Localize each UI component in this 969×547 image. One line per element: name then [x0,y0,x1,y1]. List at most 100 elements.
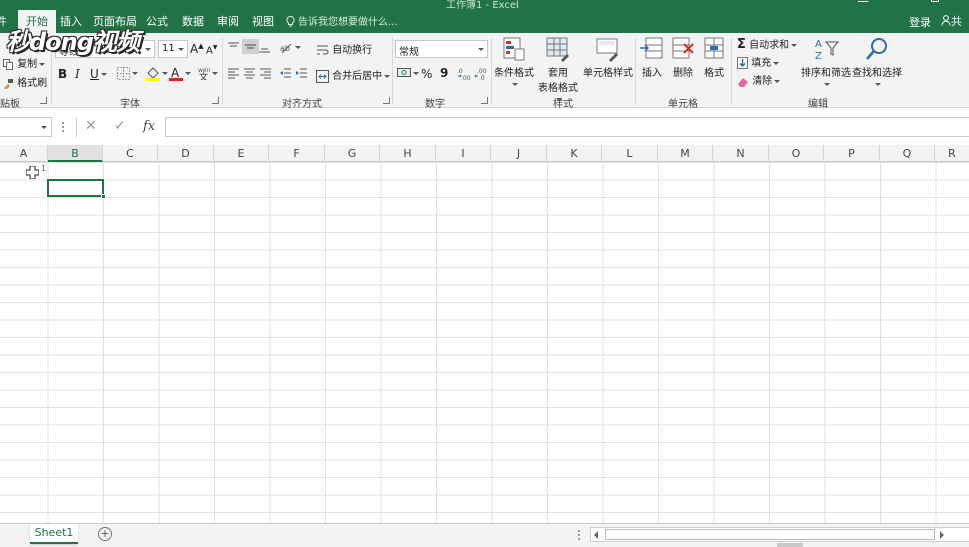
column-header-p[interactable]: P [824,145,880,162]
share-button[interactable]: 共 [941,13,962,29]
column-header-b[interactable]: B [48,145,103,162]
copy-button[interactable]: 复制 [3,55,46,70]
bold-button[interactable]: B [58,67,67,81]
tab-view[interactable]: 视图 [252,13,274,29]
insert-cells-icon [640,37,663,59]
conditional-formatting-button[interactable]: 条件格式 [493,36,535,90]
sheet-tab-sheet1[interactable]: Sheet1 [30,524,78,544]
decrease-decimal-icon: .00.0 [474,68,487,82]
tab-review[interactable]: 审阅 [217,13,239,29]
format-cells-button[interactable]: 格式 [700,36,728,79]
column-header-c[interactable]: C [103,145,158,162]
insert-function-button[interactable]: fx [143,119,155,134]
column-header-i[interactable]: I [436,145,491,162]
fill-button[interactable]: 填充 [737,54,780,69]
login-button[interactable]: 登录 [909,14,931,30]
column-header-e[interactable]: E [214,145,269,162]
autosum-button[interactable]: Σ 自动求和 [737,36,798,52]
font-color-button[interactable]: A [169,66,191,81]
clear-button[interactable]: 清除 [737,72,781,87]
group-divider [222,37,223,105]
formula-bar-grip[interactable] [62,122,64,132]
number-format-combo[interactable]: 常规 [395,40,488,58]
formula-input[interactable] [165,117,969,137]
tab-splitter[interactable] [578,530,580,540]
cancel-icon[interactable]: ✕ [85,118,97,134]
minimize-icon[interactable] [858,0,868,2]
fill-color-button[interactable] [146,66,168,81]
wrap-text-button[interactable]: 自动换行 [316,41,372,57]
column-header-n[interactable]: N [713,145,769,162]
percent-button[interactable]: % [421,67,432,81]
align-middle-button[interactable] [242,39,259,54]
horizontal-scrollbar[interactable] [590,527,969,542]
currency-icon [397,68,411,77]
scrollbar-thumb[interactable] [605,529,935,540]
column-header-r[interactable]: R [935,145,969,162]
fill-handle[interactable] [101,194,106,199]
restore-icon[interactable] [931,0,939,2]
decrease-decimal-button[interactable]: .00.0 [474,67,488,82]
column-header-f[interactable]: F [269,145,325,162]
add-sheet-icon[interactable]: + [98,527,112,541]
column-header-d[interactable]: D [158,145,214,162]
font-size-combo[interactable]: 11 [158,40,188,58]
underline-button[interactable]: U [90,67,107,81]
column-header-k[interactable]: K [547,145,602,162]
merge-center-button[interactable]: 合并后居中 [316,67,391,83]
column-header-h[interactable]: H [380,145,436,162]
clipboard-launcher-icon[interactable] [40,97,47,104]
sort-filter-button[interactable]: AZ 排序和筛选 [801,36,851,90]
worksheet-grid[interactable] [0,145,969,523]
font-launcher-icon[interactable] [212,97,219,104]
scroll-right-icon[interactable] [940,531,944,539]
insert-cells-button[interactable]: 插入 [638,36,666,79]
tab-data[interactable]: 数据 [182,13,204,29]
align-top-button[interactable] [227,41,240,54]
row-header-1[interactable]: 1 [41,164,46,173]
accounting-format-button[interactable] [397,67,419,79]
delete-cells-button[interactable]: 删除 [669,36,697,79]
increase-indent-icon [296,68,307,78]
shrink-font-button[interactable]: A▼ [206,44,217,56]
comma-style-button[interactable]: 9 [440,66,448,80]
format-painter-button[interactable]: 格式刷 [3,74,47,90]
autosum-label: 自动求和 [749,40,790,51]
column-header-a[interactable]: A [0,145,48,162]
increase-indent-button[interactable] [295,67,308,80]
eraser-icon [738,77,748,87]
column-header-g[interactable]: G [325,145,380,162]
cell-styles-button[interactable]: 单元格样式 [582,36,634,79]
align-bottom-button[interactable] [258,41,271,54]
scroll-left-icon[interactable] [594,531,598,539]
align-right-button[interactable] [259,67,272,80]
group-label-cells: 单元格 [668,99,698,110]
orientation-icon: ab [280,43,292,54]
name-box[interactable] [0,117,52,137]
alignment-launcher-icon[interactable] [383,97,390,104]
column-header-j[interactable]: J [491,145,547,162]
tell-me-search[interactable]: 告诉我您想要做什么... [286,13,398,28]
column-header-l[interactable]: L [602,145,658,162]
column-header-m[interactable]: M [658,145,713,162]
borders-button[interactable] [117,67,138,80]
align-left-button[interactable] [227,67,240,80]
grow-font-button[interactable]: A▲ [190,42,204,56]
wrap-text-label: 自动换行 [332,45,373,56]
column-header-o[interactable]: O [769,145,824,162]
find-select-button[interactable]: 查找和选择 [852,36,902,90]
enter-icon[interactable]: ✓ [114,118,126,134]
increase-decimal-button[interactable]: .0.00 [457,67,471,82]
number-launcher-icon[interactable] [481,97,488,104]
align-center-button[interactable] [243,67,256,80]
active-cell[interactable] [47,179,104,197]
italic-button[interactable]: I [75,67,80,81]
group-label-number: 数字 [425,99,445,110]
column-header-q[interactable]: Q [880,145,935,162]
svg-text:.00: .00 [461,75,471,80]
svg-text:Z: Z [815,51,822,62]
phonetic-button[interactable]: wén 文 [198,66,218,83]
orientation-button[interactable]: ab [280,41,301,54]
decrease-indent-button[interactable] [279,67,292,80]
cell-styles-icon [596,38,618,62]
